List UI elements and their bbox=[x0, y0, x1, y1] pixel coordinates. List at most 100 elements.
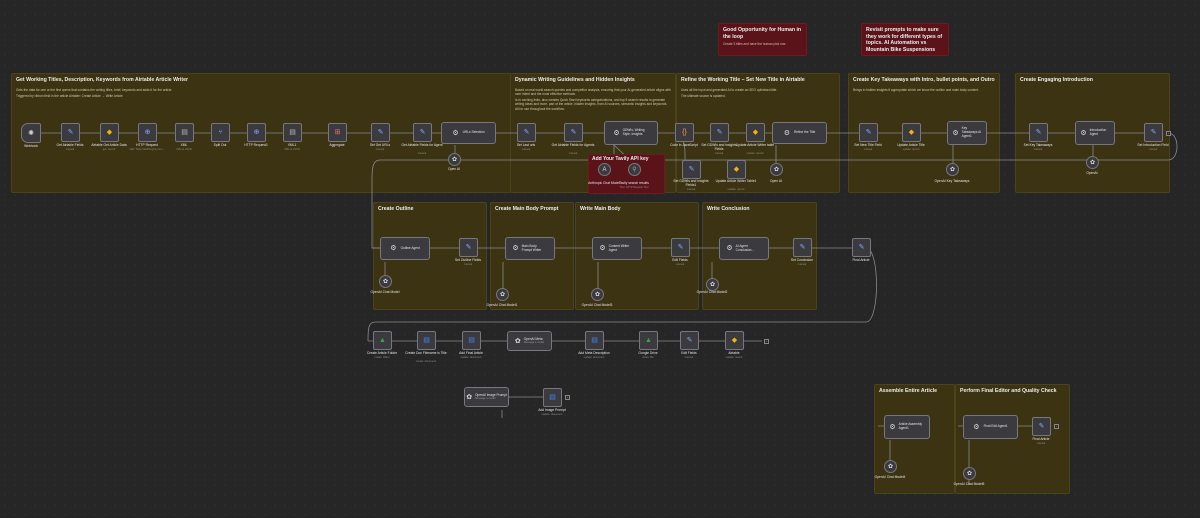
xml-node[interactable]: ▤ bbox=[175, 123, 194, 142]
get-fields-agents-node[interactable]: ✎ bbox=[564, 123, 583, 142]
node-label: OpenAI Chat Model5 bbox=[953, 482, 985, 486]
edit-fields2-node[interactable]: ✎ bbox=[680, 331, 699, 350]
openai-assembly-node[interactable]: ✿ bbox=[884, 460, 897, 473]
openai-meta-node[interactable]: ✿ OpenAI Meta Message a model bbox=[507, 331, 552, 351]
openai-model-node[interactable]: ✿ bbox=[448, 153, 461, 166]
openai-refine-node[interactable]: ✿ bbox=[770, 163, 783, 176]
final-article2-node[interactable]: ✎ bbox=[1032, 417, 1051, 436]
node-label: Key Takeaways AI Agent1 bbox=[961, 126, 982, 138]
openai-cw-node[interactable]: ✿ bbox=[591, 288, 604, 301]
node-label: OpenAI Chat Model1 bbox=[486, 303, 518, 307]
node-subtitle: manual bbox=[568, 152, 578, 155]
set-urls-node[interactable]: ✎ bbox=[371, 123, 390, 142]
google-docs-icon: ▤ bbox=[423, 337, 430, 344]
robot-icon: ⚙ bbox=[889, 423, 896, 431]
get-fields-agent-node[interactable]: ✎ bbox=[413, 123, 432, 142]
openai-image-node[interactable]: ✿ OpenAI Image Prompt Message a model bbox=[464, 387, 509, 407]
urls-selection-agent-node[interactable]: ⚙ URLs Selection bbox=[441, 122, 496, 144]
note-title: Create Outline bbox=[378, 206, 414, 212]
http-request-node[interactable]: ⊕ bbox=[138, 123, 157, 142]
add-image-prompt-node[interactable]: ▤ bbox=[543, 388, 562, 407]
add-node-plus[interactable]: + bbox=[764, 339, 769, 344]
node-subtitle: manual bbox=[863, 148, 873, 151]
update-writer-node[interactable]: ◆ bbox=[746, 123, 765, 142]
create-folder-node[interactable]: ▲ bbox=[373, 331, 392, 350]
note-title: Write Main Body bbox=[580, 206, 621, 212]
node-subtitle: update: document bbox=[583, 356, 605, 359]
aggregate-icon: ⊞ bbox=[334, 129, 341, 136]
set-takeaways-node[interactable]: ✎ bbox=[1029, 123, 1048, 142]
openai-icon: ✿ bbox=[451, 156, 458, 163]
edit-fields-node[interactable]: ✎ bbox=[671, 238, 690, 257]
airtable-end-node[interactable]: ◆ bbox=[725, 331, 744, 350]
anthropic-model-node[interactable]: A bbox=[598, 163, 611, 176]
add-node-plus[interactable]: + bbox=[1054, 424, 1059, 429]
add-final-article-node[interactable]: ▤ bbox=[462, 331, 481, 350]
note-revisit-prompts[interactable]: Revisit prompts to make sure they work f… bbox=[861, 23, 949, 56]
tavily-tool-node[interactable]: ⚲ bbox=[628, 163, 641, 176]
pencil-icon: ✎ bbox=[1038, 423, 1045, 430]
content-writer-node[interactable]: ⚙ Content Writer Agent bbox=[592, 237, 642, 260]
code-js-node[interactable]: {} bbox=[675, 123, 694, 142]
intro-agent-node[interactable]: ⚙ Introduction Agent bbox=[1075, 121, 1115, 145]
outline-agent-node[interactable]: ⚙ Outline Agent bbox=[380, 237, 430, 260]
anthropic-icon: A bbox=[602, 166, 607, 173]
xml1-node[interactable]: ▤ bbox=[283, 123, 302, 142]
update-title-node[interactable]: ◆ bbox=[902, 123, 921, 142]
add-node-plus[interactable]: + bbox=[565, 395, 570, 400]
openai-outline-node[interactable]: ✿ bbox=[379, 275, 392, 288]
main-body-prompt-node[interactable]: ⚙ Main Body Prompt Writer bbox=[505, 237, 555, 260]
set-fields-node[interactable]: ✎ bbox=[61, 123, 80, 142]
openai-mbp-node[interactable]: ✿ bbox=[496, 288, 509, 301]
node-label: Main Body Prompt Writer bbox=[521, 243, 542, 252]
airtable-get-node[interactable]: ◆ bbox=[100, 123, 119, 142]
webhook-node[interactable]: ✺ bbox=[21, 123, 41, 143]
refine-title-agent-node[interactable]: ⚙ Refine the Title bbox=[772, 122, 827, 144]
node-subtitle: update: document bbox=[460, 356, 482, 359]
openai-icon: ✿ bbox=[514, 337, 521, 345]
final-article-node[interactable]: ✎ bbox=[852, 238, 871, 257]
google-drive-node[interactable]: ▲ bbox=[639, 331, 658, 350]
openai-intro-node[interactable]: ✿ bbox=[1086, 156, 1099, 169]
note-human-in-loop[interactable]: Good Opportunity for Human in the loop C… bbox=[718, 23, 807, 56]
openai-final-node[interactable]: ✿ bbox=[963, 467, 976, 480]
note-title: Write Conclusion bbox=[707, 206, 750, 212]
key-takeaways-agent-node[interactable]: ⚙ Key Takeaways AI Agent1 bbox=[947, 121, 987, 145]
node-label: AI Agent Conclusion... bbox=[735, 243, 755, 252]
node-label: Create Doc Filename is Title bbox=[405, 351, 447, 355]
split-out-node[interactable]: ⑂ bbox=[211, 123, 230, 142]
aggregate-node[interactable]: ⊞ bbox=[328, 123, 347, 142]
node-label: Refine the Title bbox=[794, 130, 816, 135]
set-conclusion-node[interactable]: ✎ bbox=[793, 238, 812, 257]
robot-icon: ⚙ bbox=[1080, 129, 1087, 137]
create-doc-node[interactable]: ▤ bbox=[417, 331, 436, 350]
google-docs-icon: ▤ bbox=[591, 337, 598, 344]
set-gdwi-node[interactable]: ✎ bbox=[710, 123, 729, 142]
node-subtitle: manual bbox=[375, 148, 385, 151]
node-label: Final Edit Agent1 bbox=[983, 424, 1008, 429]
add-node-plus[interactable]: + bbox=[1166, 131, 1171, 136]
set-intro-node[interactable]: ✎ bbox=[1144, 123, 1163, 142]
conclusion-agent-node[interactable]: ⚙ AI Agent Conclusion... bbox=[719, 237, 769, 260]
workflow-canvas[interactable]: Good Opportunity for Human in the loop C… bbox=[0, 0, 1200, 518]
airtable-icon: ◆ bbox=[752, 129, 759, 136]
update-writer2-node[interactable]: ◆ bbox=[727, 160, 746, 179]
node-label: Introduction Agent bbox=[1089, 128, 1107, 136]
note-title: Get Working Titles, Description, Keyword… bbox=[16, 77, 188, 83]
gdwi-agent-node[interactable]: ⚙ GDWIs, Writing Style, Insights bbox=[604, 121, 658, 145]
set-new-title-node[interactable]: ✎ bbox=[859, 123, 878, 142]
openai-icon: ✿ bbox=[887, 463, 894, 470]
add-meta-node[interactable]: ▤ bbox=[585, 331, 604, 350]
note-title: Create Key Takeaways with Intro, bullet … bbox=[853, 77, 995, 83]
note-title: Good Opportunity for Human in the loop bbox=[723, 27, 802, 40]
node-label: Update Article Writer table bbox=[735, 143, 775, 147]
http-request1-node[interactable]: ⊕ bbox=[247, 123, 266, 142]
set-last-urls-node[interactable]: ✎ bbox=[517, 123, 536, 142]
set-outline-node[interactable]: ✎ bbox=[459, 238, 478, 257]
assembly-agent-node[interactable]: ⚙ Article Assembly Agent1 bbox=[884, 415, 930, 439]
openai-kt-node[interactable]: ✿ bbox=[946, 163, 959, 176]
final-edit-agent-node[interactable]: ⚙ Final Edit Agent1 bbox=[963, 415, 1018, 439]
pencil-icon: ✎ bbox=[465, 244, 472, 251]
note-body: Gets the data for one or the first opens… bbox=[16, 87, 173, 92]
set-gdwi2-node[interactable]: ✎ bbox=[682, 160, 701, 179]
